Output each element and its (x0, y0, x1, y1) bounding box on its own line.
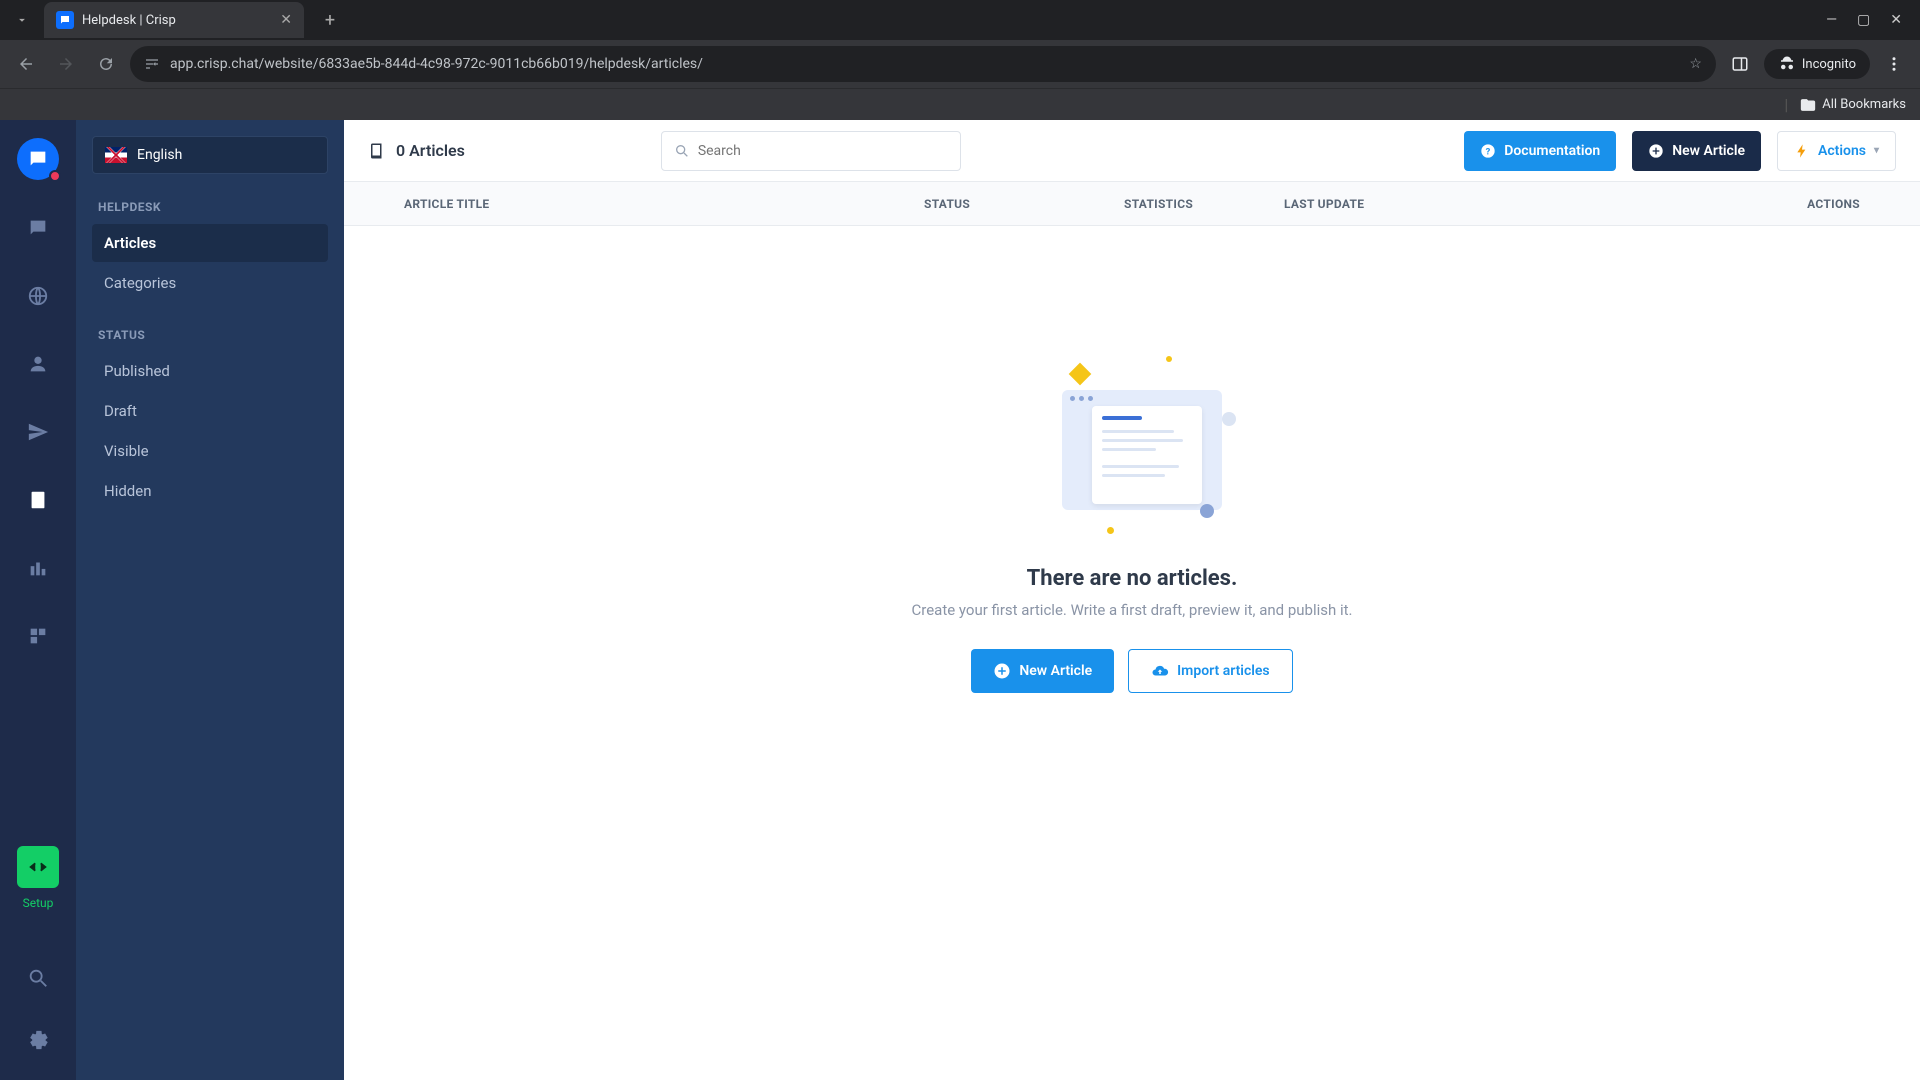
search-box[interactable] (661, 131, 961, 171)
th-actions: ACTIONS (1464, 197, 1860, 211)
tab-favicon (56, 11, 74, 29)
analytics-nav-icon[interactable] (18, 548, 58, 588)
helpdesk-heading: HELPDESK (92, 200, 328, 214)
documentation-button[interactable]: ? Documentation (1464, 131, 1616, 171)
empty-illustration (1032, 356, 1232, 536)
sidebar-item-visible[interactable]: Visible (92, 432, 328, 470)
import-articles-button[interactable]: Import articles (1128, 649, 1292, 693)
setup-button[interactable] (17, 846, 59, 888)
plus-icon (1648, 143, 1664, 159)
forward-button[interactable] (50, 48, 82, 80)
empty-state: There are no articles. Create your first… (344, 226, 1920, 1080)
sidebar-item-articles[interactable]: Articles (92, 224, 328, 262)
notification-dot (49, 170, 61, 182)
articles-count: 0 Articles (368, 141, 465, 160)
empty-new-article-label: New Article (1019, 663, 1092, 679)
th-article-title: ARTICLE TITLE (404, 197, 924, 211)
tab-search-dropdown[interactable] (4, 2, 40, 38)
close-tab-icon[interactable]: ✕ (280, 12, 292, 28)
uk-flag-icon (105, 147, 127, 163)
settings-nav-icon[interactable] (18, 1020, 58, 1060)
table-header: ARTICLE TITLE STATUS STATISTICS LAST UPD… (344, 182, 1920, 226)
th-last-update: LAST UPDATE (1284, 197, 1464, 211)
new-tab-button[interactable]: + (314, 4, 346, 36)
empty-title: There are no articles. (1027, 566, 1238, 591)
actions-label: Actions (1818, 143, 1866, 159)
th-status: STATUS (924, 197, 1124, 211)
sidebar-item-draft[interactable]: Draft (92, 392, 328, 430)
address-bar[interactable]: app.crisp.chat/website/6833ae5b-844d-4c9… (130, 46, 1716, 82)
all-bookmarks-button[interactable]: All Bookmarks (1800, 97, 1906, 113)
maximize-icon[interactable]: ▢ (1857, 12, 1870, 28)
sidebar-item-published[interactable]: Published (92, 352, 328, 390)
actions-icon (1794, 143, 1810, 159)
import-articles-label: Import articles (1177, 663, 1269, 679)
url-text: app.crisp.chat/website/6833ae5b-844d-4c9… (170, 56, 1679, 72)
status-heading: STATUS (92, 328, 328, 342)
plus-circle-icon (993, 662, 1011, 680)
actions-dropdown[interactable]: Actions ▾ (1777, 131, 1896, 171)
incognito-badge[interactable]: Incognito (1764, 49, 1870, 79)
new-article-label: New Article (1672, 143, 1745, 159)
contacts-nav-icon[interactable] (18, 344, 58, 384)
book-icon (368, 142, 386, 160)
all-bookmarks-label: All Bookmarks (1822, 97, 1906, 112)
empty-new-article-button[interactable]: New Article (971, 649, 1114, 693)
crisp-logo[interactable] (17, 138, 59, 180)
bookmark-star-icon[interactable]: ☆ (1689, 56, 1702, 72)
bookmarks-separator: | (1784, 95, 1788, 114)
search-input[interactable] (698, 143, 948, 159)
incognito-label: Incognito (1802, 57, 1856, 72)
articles-count-label: 0 Articles (396, 141, 465, 160)
documentation-label: Documentation (1504, 143, 1600, 159)
visitors-nav-icon[interactable] (18, 276, 58, 316)
minimize-icon[interactable]: — (1826, 12, 1837, 28)
help-icon: ? (1480, 143, 1496, 159)
th-statistics: STATISTICS (1124, 197, 1284, 211)
browser-menu-icon[interactable] (1878, 48, 1910, 80)
reload-button[interactable] (90, 48, 122, 80)
setup-label: Setup (23, 896, 54, 910)
back-button[interactable] (10, 48, 42, 80)
svg-text:?: ? (1486, 146, 1491, 157)
search-nav-icon[interactable] (18, 958, 58, 998)
side-panel-icon[interactable] (1724, 48, 1756, 80)
close-window-icon[interactable]: ✕ (1890, 12, 1902, 28)
campaigns-nav-icon[interactable] (18, 412, 58, 452)
empty-subtitle: Create your first article. Write a first… (912, 601, 1353, 619)
inbox-nav-icon[interactable] (18, 208, 58, 248)
plugins-nav-icon[interactable] (18, 616, 58, 656)
language-label: English (137, 147, 182, 163)
chevron-down-icon: ▾ (1874, 145, 1879, 156)
sidebar-item-categories[interactable]: Categories (92, 264, 328, 302)
search-icon (674, 143, 690, 159)
new-article-button[interactable]: New Article (1632, 131, 1761, 171)
cloud-upload-icon (1151, 662, 1169, 680)
tab-title: Helpdesk | Crisp (82, 13, 272, 28)
sidebar-item-hidden[interactable]: Hidden (92, 472, 328, 510)
language-selector[interactable]: English (92, 136, 328, 174)
helpdesk-nav-icon[interactable] (18, 480, 58, 520)
browser-tab[interactable]: Helpdesk | Crisp ✕ (44, 2, 304, 38)
site-settings-icon[interactable] (144, 56, 160, 72)
